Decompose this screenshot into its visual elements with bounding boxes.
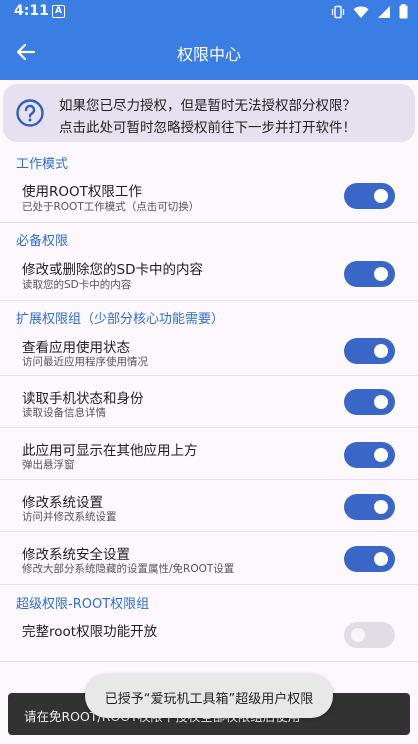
vibrate-icon	[331, 5, 345, 18]
divider	[0, 661, 418, 662]
battery-icon	[399, 4, 408, 19]
permission-desc: 访问并修改系统设置	[22, 511, 117, 523]
permission-desc: 弹出悬浮窗	[22, 459, 75, 471]
wifi-icon	[353, 6, 369, 18]
notice-text-line1: 如果您已尽力授权，但是暂时无法授权部分权限？	[59, 98, 356, 114]
permission-desc: 访问最近应用程序使用情况	[22, 356, 148, 368]
overlay-toggle[interactable]	[344, 442, 395, 468]
permission-row-phone-state[interactable]: 读取手机状态和身份 读取设备信息详情	[0, 380, 418, 428]
page-title: 权限中心	[176, 45, 241, 64]
permission-label: 查看应用使用状态	[22, 340, 130, 356]
permission-row-full-root[interactable]: 完整root权限功能开放	[0, 612, 418, 658]
help-circle-icon	[16, 99, 44, 127]
toggle-knob	[374, 267, 388, 281]
section-title-work-mode: 工作模式	[16, 157, 69, 172]
status-time: 4:11	[14, 3, 49, 19]
divider	[0, 584, 418, 585]
toggle-knob	[374, 500, 388, 514]
notification-icon: A	[52, 5, 65, 18]
divider	[0, 300, 418, 301]
permission-label: 修改系统安全设置	[22, 547, 130, 563]
usage-stats-toggle[interactable]	[344, 338, 395, 364]
section-title-extended: 扩展权限组（少部分核心功能需要）	[16, 312, 225, 327]
permission-label: 完整root权限功能开放	[22, 624, 158, 640]
toggle-knob	[374, 552, 388, 566]
divider	[0, 479, 418, 480]
permission-row-usage-stats[interactable]: 查看应用使用状态 访问最近应用程序使用情况	[0, 328, 418, 376]
permission-label: 修改或删除您的SD卡中的内容	[22, 262, 203, 278]
permission-row-sd-card[interactable]: 修改或删除您的SD卡中的内容 读取您的SD卡中的内容	[0, 250, 418, 298]
permission-desc: 修改大部分系统隐藏的设置属性/免ROOT设置	[22, 563, 235, 575]
toggle-knob	[374, 189, 388, 203]
toggle-knob	[374, 344, 388, 358]
toggle-knob	[351, 628, 365, 642]
divider	[0, 222, 418, 223]
permission-row-secure-settings[interactable]: 修改系统安全设置 修改大部分系统隐藏的设置属性/免ROOT设置	[0, 536, 418, 584]
toast-text: 已授予“爱玩机工具箱”超级用户权限	[104, 692, 314, 707]
permission-label: 读取手机状态和身份	[22, 391, 144, 407]
toggle-knob	[374, 395, 388, 409]
divider	[0, 531, 418, 532]
section-title-required: 必备权限	[16, 234, 69, 249]
toast-message: 已授予“爱玩机工具箱”超级用户权限	[85, 674, 333, 718]
write-settings-toggle[interactable]	[344, 494, 395, 520]
signal-icon	[378, 5, 390, 18]
permission-label: 修改系统设置	[22, 495, 103, 511]
status-bar: 4:11 A	[0, 0, 418, 24]
permission-row-root-mode[interactable]: 使用ROOT权限工作 已处于ROOT工作模式（点击可切换）	[0, 172, 418, 220]
skip-authorization-notice[interactable]: 如果您已尽力授权，但是暂时无法授权部分权限？ 点击此处可暂时忽略授权前往下一步并…	[3, 84, 415, 142]
phone-state-toggle[interactable]	[344, 389, 395, 415]
secure-settings-toggle[interactable]	[344, 546, 395, 572]
permission-desc: 已处于ROOT工作模式（点击可切换）	[22, 201, 200, 213]
permission-label: 使用ROOT权限工作	[22, 184, 142, 200]
permission-desc: 读取设备信息详情	[22, 407, 106, 419]
status-icons	[331, 4, 408, 19]
permission-row-overlay[interactable]: 此应用可显示在其他应用上方 弹出悬浮窗	[0, 432, 418, 480]
divider	[0, 427, 418, 428]
permission-label: 此应用可显示在其他应用上方	[22, 443, 198, 459]
root-mode-toggle[interactable]	[344, 183, 395, 209]
app-bar: 权限中心	[0, 24, 418, 80]
full-root-toggle[interactable]	[344, 622, 395, 648]
permission-row-write-settings[interactable]: 修改系统设置 访问并修改系统设置	[0, 484, 418, 532]
toggle-knob	[374, 448, 388, 462]
sd-card-toggle[interactable]	[344, 261, 395, 287]
divider	[0, 375, 418, 376]
section-title-super: 超级权限-ROOT权限组	[16, 597, 150, 612]
notice-text-line2: 点击此处可暂时忽略授权前往下一步并打开软件！	[59, 120, 356, 136]
permission-desc: 读取您的SD卡中的内容	[22, 279, 132, 291]
